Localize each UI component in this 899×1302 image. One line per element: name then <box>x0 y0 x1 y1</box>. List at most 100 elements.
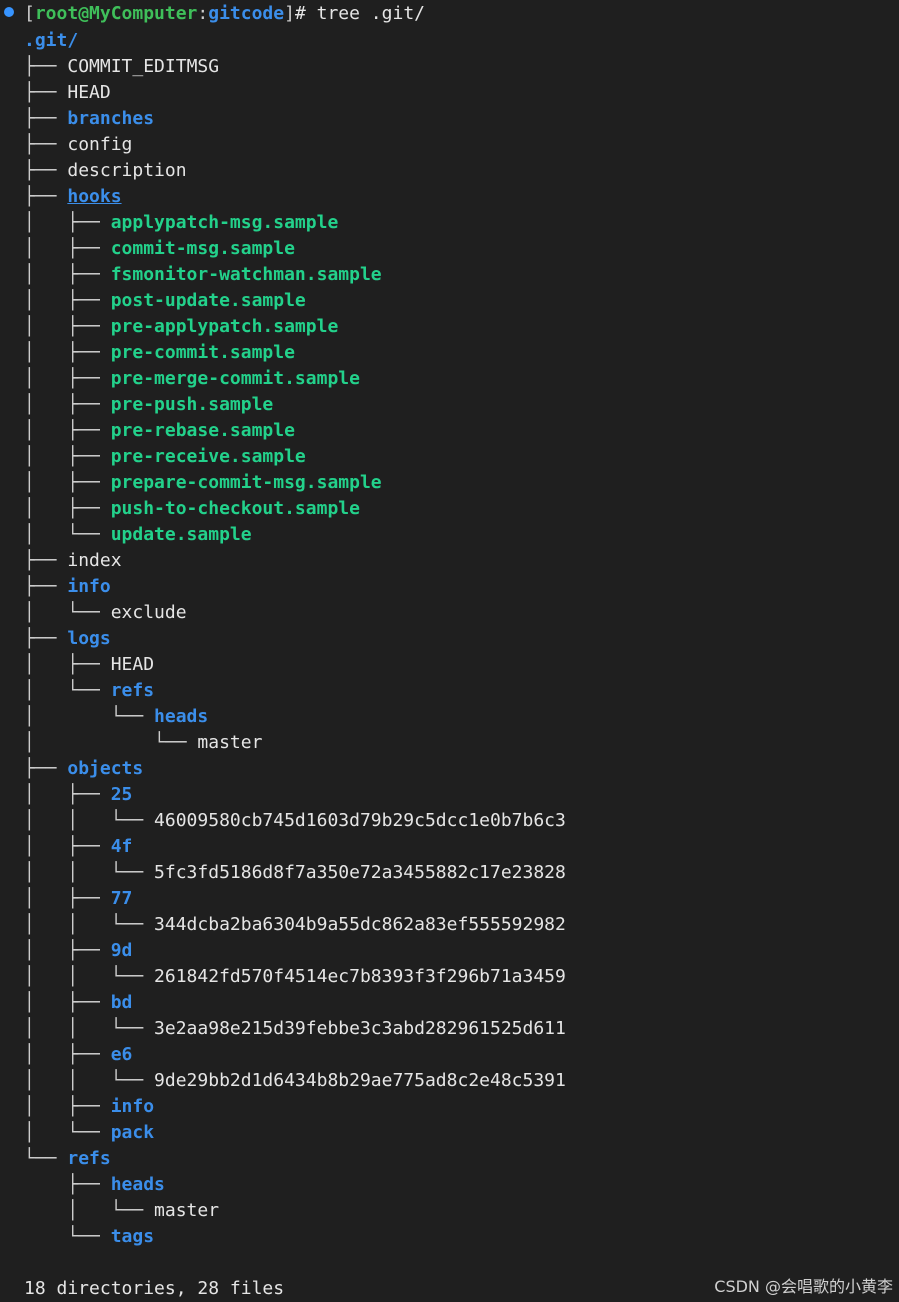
tree-branch-connector: │ ├── <box>24 316 111 337</box>
tree-row: │ ├── pre-rebase.sample <box>24 418 295 444</box>
status-dot-icon <box>4 7 14 17</box>
tree-directory-name: branches <box>67 108 155 129</box>
tree-row: │ │ └── 46009580cb745d1603d79b29c5dcc1e0… <box>24 808 566 834</box>
tree-branch-connector: │ ├── <box>24 446 111 467</box>
tree-branch-connector: │ └── <box>24 732 198 753</box>
tree-row: ├── description <box>24 158 187 184</box>
tree-branch-connector: │ ├── <box>24 1096 111 1117</box>
tree-branch-connector: │ ├── <box>24 264 111 285</box>
tree-branch-connector: │ │ └── <box>24 810 155 831</box>
tree-branch-connector: │ │ └── <box>24 1070 155 1091</box>
tree-row: ├── COMMIT_EDITMSG <box>24 54 219 80</box>
tree-file-name: COMMIT_EDITMSG <box>67 56 220 77</box>
tree-file-name: pre-commit.sample <box>110 342 295 363</box>
tree-directory-name: hooks <box>67 186 122 207</box>
tree-branch-connector: │ ├── <box>24 472 111 493</box>
tree-file-name: applypatch-msg.sample <box>110 212 339 233</box>
tree-file-name: 5fc3fd5186d8f7a350e72a3455882c17e23828 <box>154 862 566 883</box>
tree-row: ├── heads <box>24 1172 165 1198</box>
tree-row: ├── branches <box>24 106 154 132</box>
tree-row: │ ├── commit-msg.sample <box>24 236 295 262</box>
tree-row: ├── info <box>24 574 111 600</box>
tree-branch-connector: └── <box>24 1226 111 1247</box>
tree-row: │ ├── info <box>24 1094 154 1120</box>
prompt-user: root@MyComputer <box>34 3 198 24</box>
tree-branch-connector: │ │ └── <box>24 966 155 987</box>
tree-row: │ │ └── 9de29bb2d1d6434b8b29ae775ad8c2e4… <box>24 1068 566 1094</box>
tree-directory-name: pack <box>110 1122 155 1143</box>
tree-row: │ └── pack <box>24 1120 154 1146</box>
tree-directory-name: bd <box>110 992 133 1013</box>
tree-branch-connector: ├── <box>24 550 68 571</box>
tree-file-name: HEAD <box>110 654 155 675</box>
tree-row: ├── config <box>24 132 132 158</box>
tree-directory-name: refs <box>110 680 155 701</box>
tree-row: │ └── master <box>24 730 262 756</box>
tree-row: │ ├── pre-receive.sample <box>24 444 306 470</box>
tree-directory-name: tags <box>110 1226 155 1247</box>
tree-file-name: description <box>67 160 187 181</box>
tree-directory-name: info <box>110 1096 155 1117</box>
tree-branch-connector: │ └── <box>24 1200 155 1221</box>
tree-row: │ ├── 4f <box>24 834 132 860</box>
tree-branch-connector: │ │ └── <box>24 862 155 883</box>
tree-directory-name: e6 <box>110 1044 133 1065</box>
tree-branch-connector: ├── <box>24 160 68 181</box>
tree-directory-name: refs <box>67 1148 111 1169</box>
tree-file-name: 261842fd570f4514ec7b8393f3f296b71a3459 <box>154 966 566 987</box>
tree-row: │ ├── 9d <box>24 938 132 964</box>
tree-file-name: config <box>67 134 133 155</box>
tree-row: │ ├── HEAD <box>24 652 154 678</box>
tree-row: ├── hooks <box>24 184 122 210</box>
tree-file-name: 344dcba2ba6304b9a55dc862a83ef555592982 <box>154 914 566 935</box>
tree-branch-connector: ├── <box>24 758 68 779</box>
tree-branch-connector: │ ├── <box>24 342 111 363</box>
tree-branch-connector: │ ├── <box>24 784 111 805</box>
tree-branch-connector: │ ├── <box>24 238 111 259</box>
tree-row: │ │ └── 261842fd570f4514ec7b8393f3f296b7… <box>24 964 566 990</box>
tree-branch-connector: ├── <box>24 108 68 129</box>
tree-row: ├── HEAD <box>24 80 111 106</box>
tree-file-name: pre-merge-commit.sample <box>110 368 360 389</box>
tree-file-name: master <box>154 1200 220 1221</box>
tree-row: │ └── update.sample <box>24 522 252 548</box>
tree-branch-connector: │ │ └── <box>24 1018 155 1039</box>
tree-branch-connector: │ ├── <box>24 394 111 415</box>
tree-file-name: pre-rebase.sample <box>110 420 295 441</box>
prompt-bracket-close: ] <box>284 3 295 24</box>
tree-file-name: prepare-commit-msg.sample <box>110 472 382 493</box>
tree-row: │ │ └── 344dcba2ba6304b9a55dc862a83ef555… <box>24 912 566 938</box>
tree-branch-connector: ├── <box>24 1174 111 1195</box>
tree-row: │ ├── push-to-checkout.sample <box>24 496 360 522</box>
tree-branch-connector: ├── <box>24 82 68 103</box>
tree-row: │ └── heads <box>24 704 208 730</box>
tree-row: │ └── refs <box>24 678 154 704</box>
tree-branch-connector: │ ├── <box>24 420 111 441</box>
tree-directory-name: heads <box>154 706 209 727</box>
tree-branch-connector: ├── <box>24 186 68 207</box>
tree-branch-connector: ├── <box>24 56 68 77</box>
tree-row: └── tags <box>24 1224 154 1250</box>
tree-row: │ └── master <box>24 1198 219 1224</box>
tree-directory-name: 77 <box>110 888 133 909</box>
terminal-window[interactable]: [root@MyComputer:gitcode]# tree .git/ .g… <box>0 0 899 1301</box>
tree-row: │ │ └── 3e2aa98e215d39febbe3c3abd2829615… <box>24 1016 566 1042</box>
prompt-bracket-open: [ <box>24 3 35 24</box>
tree-row: │ ├── pre-merge-commit.sample <box>24 366 360 392</box>
tree-row: └── refs <box>24 1146 111 1172</box>
tree-file-name: 46009580cb745d1603d79b29c5dcc1e0b7b6c3 <box>154 810 566 831</box>
prompt-colon: : <box>197 3 209 24</box>
tree-file-name: update.sample <box>110 524 252 545</box>
tree-file-name: 9de29bb2d1d6434b8b29ae775ad8c2e48c5391 <box>154 1070 566 1091</box>
tree-row: │ ├── 25 <box>24 782 132 808</box>
tree-directory-name: objects <box>67 758 144 779</box>
tree-file-name: HEAD <box>67 82 111 103</box>
tree-root-label: .git/ <box>24 30 79 51</box>
tree-directory-name: heads <box>110 1174 165 1195</box>
tree-row: │ └── exclude <box>24 600 187 626</box>
tree-row: │ ├── fsmonitor-watchman.sample <box>24 262 382 288</box>
watermark: CSDN @会唱歌的小黄李 <box>714 1277 893 1296</box>
tree-row: │ ├── pre-commit.sample <box>24 340 295 366</box>
tree-file-name: master <box>197 732 263 753</box>
tree-branch-connector: │ ├── <box>24 940 111 961</box>
